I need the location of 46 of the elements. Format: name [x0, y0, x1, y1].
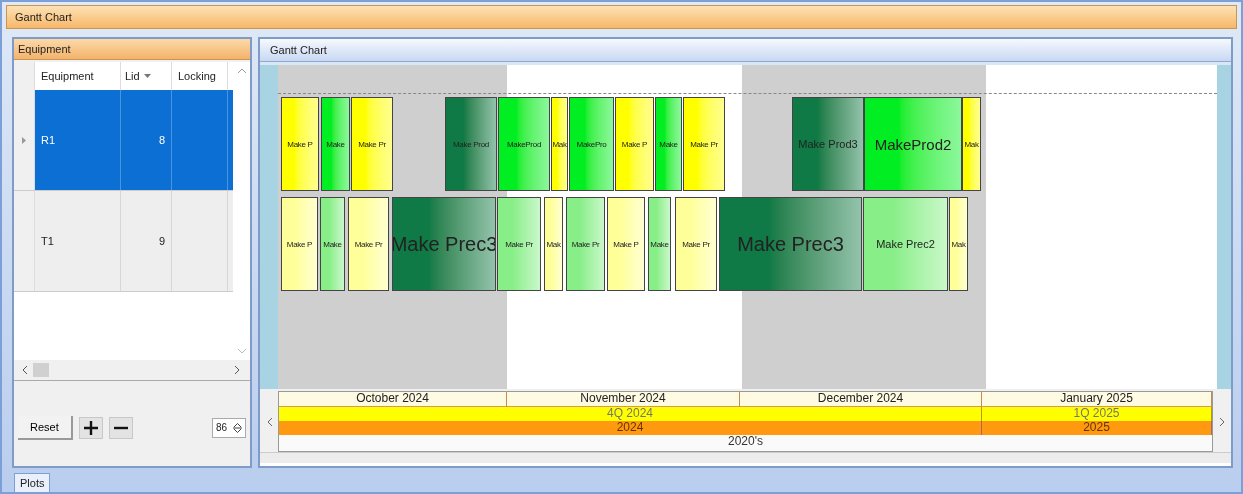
- zoom-spin-field[interactable]: 86: [211, 417, 246, 438]
- task-bar[interactable]: Make Pr: [683, 97, 725, 191]
- task-bar[interactable]: Make P: [281, 97, 319, 191]
- task-bar[interactable]: Make Prod3: [792, 97, 864, 191]
- window-title: Gantt Chart: [15, 11, 72, 23]
- task-bar[interactable]: Make: [648, 197, 671, 291]
- month-cell: November 2024: [507, 392, 740, 407]
- table-row[interactable]: T1 9: [14, 191, 233, 292]
- task-bar[interactable]: Make Prec3: [719, 197, 862, 291]
- task-bar[interactable]: Make: [321, 97, 350, 191]
- task-bar[interactable]: Make Prod: [445, 97, 497, 191]
- table-cell: R1: [41, 134, 56, 146]
- task-bar[interactable]: Make: [655, 97, 682, 191]
- reset-button[interactable]: Reset: [18, 415, 73, 440]
- table-cell: 8: [158, 134, 165, 146]
- year-cell: 2024: [279, 421, 982, 435]
- panel-title: Equipment: [18, 43, 71, 55]
- task-bar[interactable]: Make Pr: [351, 97, 393, 191]
- month-cell: October 2024: [279, 392, 507, 407]
- table-cell: 9: [158, 235, 165, 247]
- task-bar[interactable]: Mak: [544, 197, 563, 291]
- task-bar[interactable]: MakeProd2: [864, 97, 962, 191]
- table-cell: T1: [41, 235, 54, 247]
- task-bar[interactable]: Make P: [281, 197, 318, 291]
- year-cell: 2025: [982, 421, 1212, 435]
- table-row[interactable]: R1 8: [14, 90, 233, 191]
- task-bar[interactable]: Make P: [607, 197, 645, 291]
- task-bar[interactable]: Mak: [949, 197, 968, 291]
- decade-cell: 2020's: [279, 435, 1212, 451]
- task-bar[interactable]: MakeProd: [498, 97, 550, 191]
- panel-title: Gantt Chart: [270, 44, 327, 56]
- task-bar[interactable]: Make Pr: [348, 197, 389, 291]
- tab[interactable]: Plots: [14, 473, 51, 492]
- task-bar[interactable]: Mak: [551, 97, 568, 191]
- quarter-cell: 1Q 2025: [982, 407, 1212, 421]
- month-cell: December 2024: [740, 392, 982, 407]
- task-bar[interactable]: Make Pr: [497, 197, 541, 291]
- task-bar[interactable]: Mak: [962, 97, 981, 191]
- task-bar[interactable]: Make: [320, 197, 345, 291]
- task-bar[interactable]: MakePro: [569, 97, 614, 191]
- task-bar[interactable]: Make Pr: [566, 197, 605, 291]
- task-bar[interactable]: Make P: [615, 97, 654, 191]
- task-bar[interactable]: Make Prec2: [863, 197, 948, 291]
- month-cell: January 2025: [982, 392, 1212, 407]
- task-bar[interactable]: Make Pr: [675, 197, 717, 291]
- quarter-cell: 4Q 2024: [279, 407, 982, 421]
